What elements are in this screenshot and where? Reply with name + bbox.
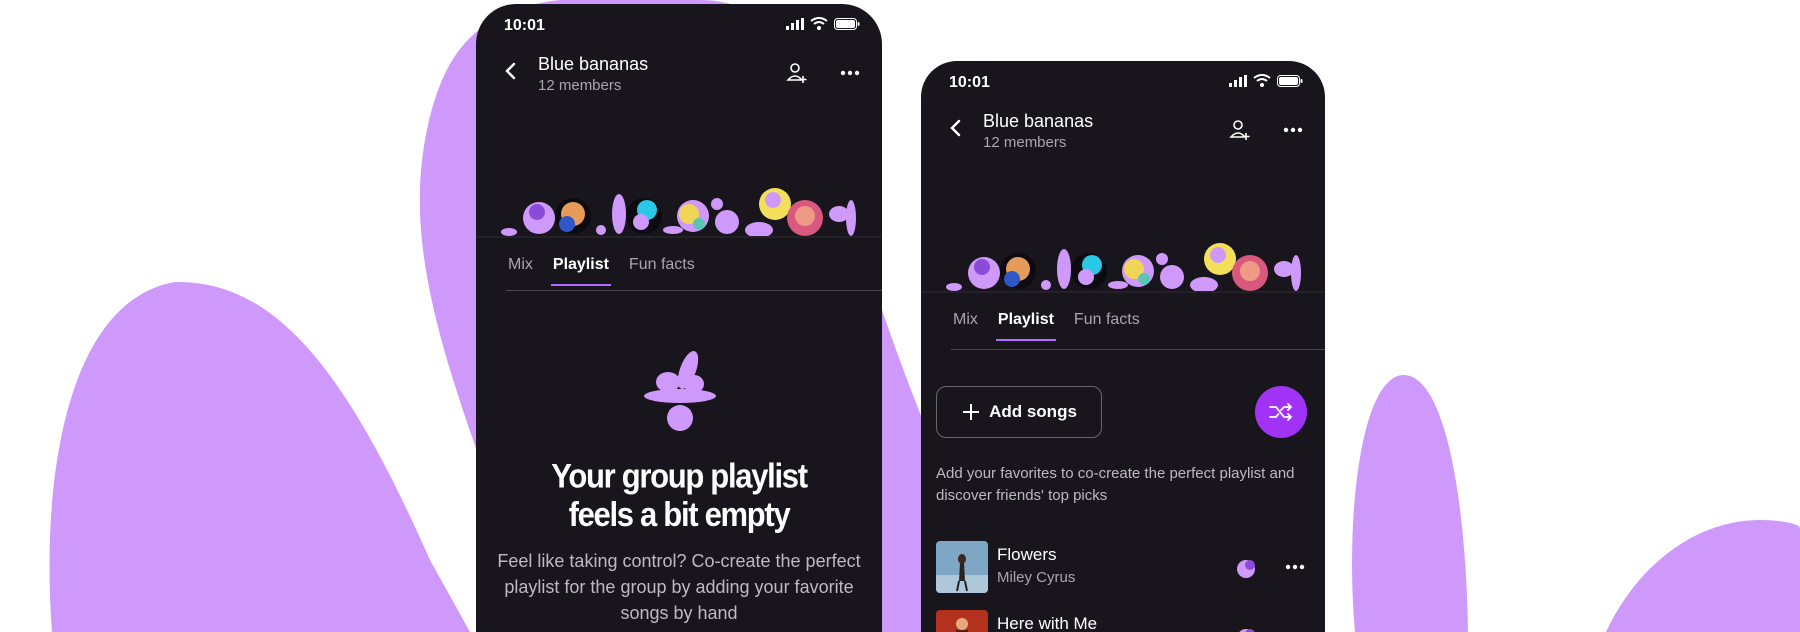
group-name: Blue bananas <box>983 111 1094 131</box>
song-row[interactable]: Here with Me <box>936 610 1316 632</box>
contributor-avatar <box>1234 622 1262 632</box>
phone-playlist: 10:01 Blue bananas 12 members Mix Playli… <box>921 61 1325 632</box>
empty-title-line-1: Your group playlist <box>551 456 808 496</box>
back-icon[interactable] <box>496 56 526 86</box>
add-songs-label: Add songs <box>989 402 1077 421</box>
background-blobs <box>49 0 1800 632</box>
phone-empty-playlist: 10:01 Blue bananas 12 members Mix Playli… <box>476 4 882 632</box>
more-icon[interactable] <box>836 61 864 85</box>
status-icons <box>786 17 860 30</box>
status-icons <box>1229 74 1303 87</box>
plus-icon <box>963 404 980 420</box>
tab-mix[interactable]: Mix <box>953 311 978 341</box>
add-songs-button[interactable]: Add songs <box>936 386 1102 438</box>
playlist-description: Add your favorites to co-create the perf… <box>936 465 1295 504</box>
group-members-count: 12 members <box>538 77 622 94</box>
song-row[interactable]: Flowers Miley Cyrus <box>936 541 1316 593</box>
member-avatars <box>946 243 1301 293</box>
empty-state-title: Your group playlist feels a bit empty <box>516 457 842 534</box>
album-cover <box>936 610 988 632</box>
contributor-avatar <box>1234 553 1262 581</box>
more-icon[interactable] <box>1279 118 1307 142</box>
tab-playlist[interactable]: Playlist <box>550 256 611 286</box>
tab-bar: Mix Playlist Fun facts <box>953 311 1140 341</box>
song-more-icon[interactable] <box>1282 555 1308 579</box>
battery-icon <box>834 17 860 30</box>
tab-divider <box>506 290 882 291</box>
empty-state-text: Feel like taking control? Co-create the … <box>497 551 861 623</box>
album-cover <box>936 541 988 593</box>
back-icon[interactable] <box>941 113 971 143</box>
wifi-icon <box>1253 74 1271 87</box>
signal-icon <box>786 17 804 30</box>
signal-icon <box>1229 74 1247 87</box>
tab-divider <box>951 349 1325 350</box>
tab-fun-facts[interactable]: Fun facts <box>629 256 695 286</box>
shuffle-button[interactable] <box>1255 386 1307 438</box>
song-artist: Miley Cyrus <box>997 569 1076 586</box>
tab-fun-facts[interactable]: Fun facts <box>1074 311 1140 341</box>
status-bar: 10:01 <box>476 4 882 44</box>
playlist-logo-icon <box>644 351 716 431</box>
empty-title-line-2: feels a bit empty <box>568 495 791 534</box>
status-time: 10:01 <box>504 17 545 34</box>
tab-bar: Mix Playlist Fun facts <box>508 256 695 286</box>
tab-playlist[interactable]: Playlist <box>995 311 1056 341</box>
add-member-icon[interactable] <box>784 59 812 87</box>
song-title: Here with Me <box>997 614 1098 632</box>
shuffle-icon <box>1269 403 1293 421</box>
add-member-icon[interactable] <box>1227 116 1255 144</box>
group-name: Blue bananas <box>538 54 649 74</box>
status-bar: 10:01 <box>921 61 1325 101</box>
tab-mix[interactable]: Mix <box>508 256 533 286</box>
member-avatars <box>501 188 856 238</box>
wifi-icon <box>810 17 828 30</box>
song-title: Flowers <box>997 545 1057 564</box>
group-members-count: 12 members <box>983 134 1067 151</box>
battery-icon <box>1277 74 1303 87</box>
status-time: 10:01 <box>949 74 990 91</box>
